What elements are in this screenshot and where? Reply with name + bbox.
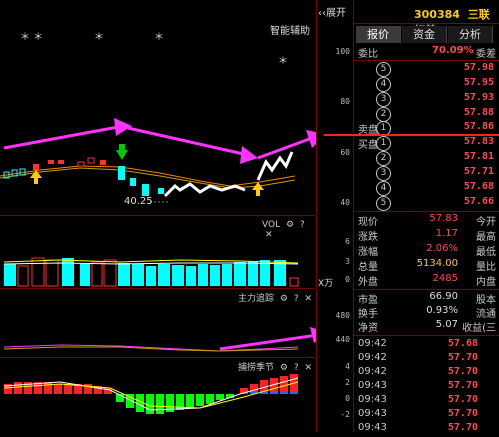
bushou-chart xyxy=(3,374,299,414)
tab-quote[interactable]: 报价 xyxy=(356,26,401,43)
vol-panel[interactable]: VOL ⚙ ? ✕ xyxy=(0,216,316,289)
sell-row[interactable]: 2 57.88 xyxy=(354,107,499,122)
stock-code: 300384 xyxy=(414,8,460,21)
vol-chart xyxy=(3,257,299,287)
y-tick: 100 xyxy=(335,47,350,56)
y-tick: 440 xyxy=(335,335,350,344)
y-tick: -2 xyxy=(340,410,350,419)
stat-row: 现价 57.83 今开 xyxy=(358,213,496,228)
y-tick: 480 xyxy=(335,311,350,320)
kline-chart xyxy=(0,118,316,203)
bushou-axis: 4 2 0 -2 xyxy=(316,358,354,432)
zhuli-panel[interactable]: 主力追踪 ⚙ ? ✕ xyxy=(0,289,316,358)
vol-unit: X万 xyxy=(318,279,334,289)
zhuli-axis: 480 440 xyxy=(316,289,354,357)
y-tick: 60 xyxy=(340,148,350,157)
expand-button[interactable]: ‹‹展开 xyxy=(318,4,346,19)
y-tick: 40 xyxy=(340,198,350,207)
tick-row: 09:43 57.70 xyxy=(358,408,478,419)
buy-row[interactable]: 5 57.66 xyxy=(354,196,499,211)
quote-panel: 300384 三联虹普 报价 资金 分析 委比 70.09% 委差 5 57.9… xyxy=(324,0,499,433)
y-tick: 0 xyxy=(345,394,350,403)
tick-row: 09:42 57.70 xyxy=(358,366,478,377)
stat-row: 净资 5.07 收益(三 xyxy=(358,319,496,334)
weibi-row: 委比 70.09% 委差 xyxy=(358,45,496,60)
y-tick: 3 xyxy=(345,257,350,266)
y-tick: 0 xyxy=(345,275,350,284)
weibi-value: 70.09% xyxy=(432,45,474,56)
y-tick: 4 xyxy=(345,362,350,371)
sell-row[interactable]: 4 57.95 xyxy=(354,77,499,92)
buy-row[interactable]: 4 57.68 xyxy=(354,181,499,196)
stat-row: 总量 5134.00 量比 xyxy=(358,258,496,273)
stat-row: 外盘 2485 内盘 xyxy=(358,273,496,288)
buy-row[interactable]: 2 57.81 xyxy=(354,151,499,166)
tick-row: 09:42 57.70 xyxy=(358,352,478,363)
stat-row: 涨跌 1.17 最高 xyxy=(358,228,496,243)
tab-analysis[interactable]: 分析 xyxy=(448,26,493,43)
chevron-left-icon: ‹‹ xyxy=(318,8,326,19)
low-price-label: 40.25 xyxy=(124,196,153,207)
sell-row[interactable]: 5 57.98 xyxy=(354,62,499,77)
zhuli-chart xyxy=(3,327,316,352)
kline-panel[interactable]: 40.25 xyxy=(0,0,316,216)
stat-row: 市盈 66.90 股本 xyxy=(358,291,496,306)
tick-row: 09:43 57.70 xyxy=(358,422,478,433)
y-tick: 80 xyxy=(340,97,350,106)
y-tick: 2 xyxy=(345,378,350,387)
tick-row: 09:43 57.70 xyxy=(358,380,478,391)
stat-row: 涨幅 2.06% 最低 xyxy=(358,243,496,258)
buy-row[interactable]: 3 57.71 xyxy=(354,166,499,181)
bushou-panel[interactable]: 捕捞季节 ⚙ ? ✕ xyxy=(0,358,316,432)
tab-funds[interactable]: 资金 xyxy=(402,26,447,43)
buy-row[interactable]: 买盘 1 57.83 xyxy=(354,136,499,151)
sell-row[interactable]: 3 57.93 xyxy=(354,92,499,107)
tick-row: 09:43 57.70 xyxy=(358,394,478,405)
kline-axis: 100 80 60 40 xyxy=(316,0,354,215)
stat-row: 换手 0.93% 流通 xyxy=(358,305,496,320)
tick-row: 09:42 57.68 xyxy=(358,338,478,349)
y-tick: 6 xyxy=(345,237,350,246)
